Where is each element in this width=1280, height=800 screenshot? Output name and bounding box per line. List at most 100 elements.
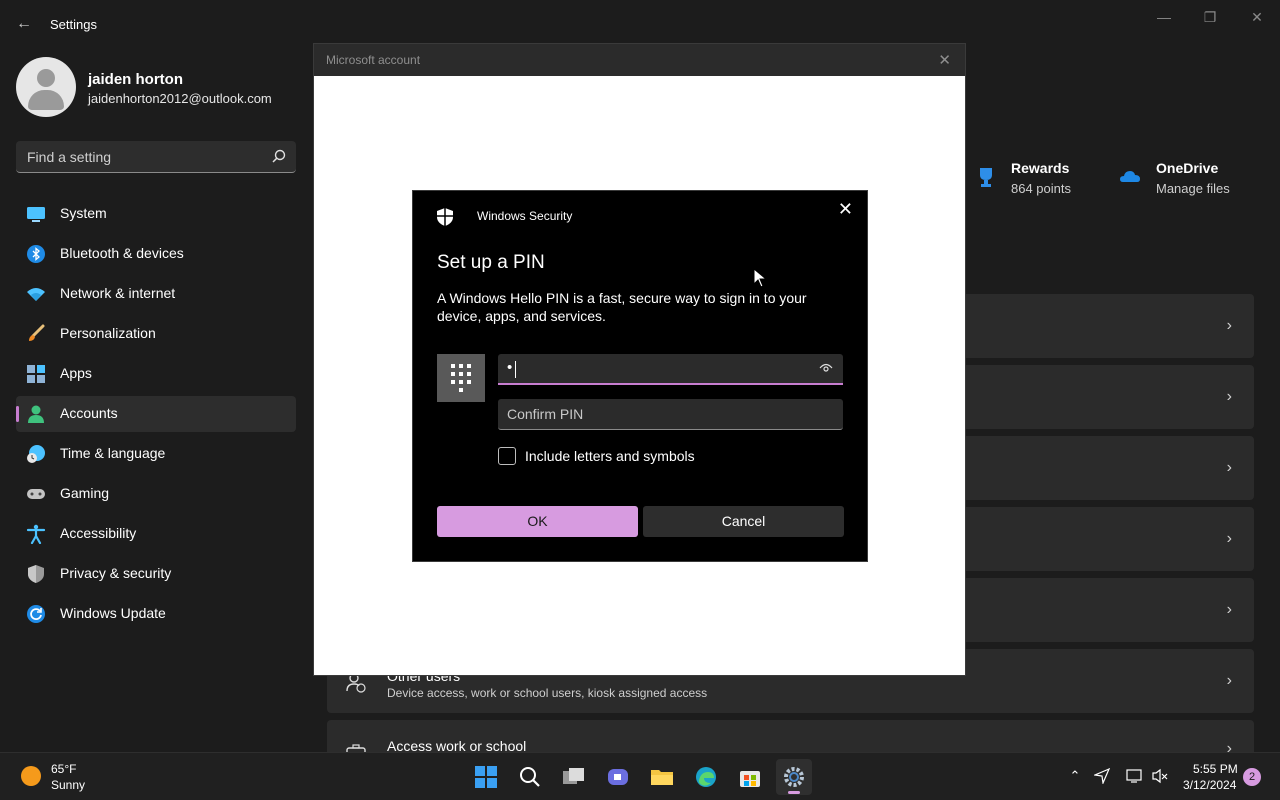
sidebar-item-label: Time & language [60, 445, 166, 461]
network-icon[interactable] [1126, 768, 1142, 784]
notification-badge[interactable]: 2 [1243, 768, 1261, 786]
user-email: jaidenhorton2012@outlook.com [88, 91, 272, 106]
onedrive-tile[interactable]: OneDrive Manage files [1120, 160, 1260, 200]
search-input[interactable] [16, 141, 269, 173]
task-view-button[interactable] [556, 759, 592, 795]
app-title: Settings [50, 17, 97, 32]
trophy-icon [980, 168, 992, 187]
sidebar-item-label: Accessibility [60, 525, 137, 541]
sidebar-item-network[interactable]: Network & internet [16, 276, 296, 312]
update-icon [27, 605, 45, 623]
sidebar-item-system[interactable]: System [16, 196, 296, 232]
rewards-points: 864 points [1011, 181, 1071, 196]
sidebar-item-label: Windows Update [60, 605, 166, 621]
selection-indicator [16, 406, 19, 422]
chevron-right-icon: › [1226, 672, 1232, 689]
close-icon[interactable]: ✕ [938, 51, 951, 69]
pin-input[interactable]: • [498, 354, 843, 385]
cancel-button[interactable]: Cancel [643, 506, 844, 537]
dialog-title: Microsoft account [326, 53, 421, 67]
wifi-icon [27, 288, 45, 301]
weather-condition[interactable]: Sunny [51, 778, 85, 792]
eye-icon[interactable] [819, 363, 833, 373]
sidebar-item-bluetooth[interactable]: Bluetooth & devices [16, 236, 296, 272]
text-caret [515, 361, 516, 378]
sidebar-item-personalization[interactable]: Personalization [16, 316, 296, 352]
chevron-right-icon: › [1226, 317, 1232, 334]
teams-chat-button[interactable] [600, 759, 636, 795]
include-letters-checkbox[interactable] [498, 447, 516, 465]
microsoft-store-button[interactable] [732, 759, 768, 795]
sidebar-item-label: Network & internet [60, 285, 176, 301]
sun-icon[interactable] [21, 766, 41, 786]
user-name: jaiden horton [88, 71, 183, 88]
sidebar-item-label: Accounts [60, 405, 118, 421]
apps-icon [27, 365, 45, 383]
checkbox-label: Include letters and symbols [525, 448, 695, 464]
edge-browser-button[interactable] [688, 759, 724, 795]
pin-value: • [507, 359, 513, 376]
sidebar-item-privacy[interactable]: Privacy & security [16, 556, 296, 592]
store-icon [740, 771, 760, 787]
sidebar-item-label: Privacy & security [60, 565, 172, 581]
sidebar-item-windows-update[interactable]: Windows Update [16, 596, 296, 632]
confirm-pin-field[interactable] [498, 399, 843, 430]
dialog-heading: Set up a PIN [437, 252, 545, 273]
other-users-subtitle: Device access, work or school users, kio… [387, 686, 708, 700]
clock-date[interactable]: 3/12/2024 [1183, 778, 1236, 792]
sidebar-item-gaming[interactable]: Gaming [16, 476, 296, 512]
onedrive-sub: Manage files [1156, 181, 1230, 196]
windows-security-dialog: Windows Security ✕ Set up a PIN A Window… [412, 190, 868, 562]
search-icon[interactable] [272, 149, 286, 163]
search-box[interactable] [16, 141, 296, 173]
avatar-head-shape [37, 69, 55, 87]
ok-button[interactable]: OK [437, 506, 638, 537]
windows-logo-icon [475, 766, 497, 788]
gear-icon [784, 767, 804, 787]
sidebar-item-apps[interactable]: Apps [16, 356, 296, 392]
task-view-icon [563, 768, 584, 784]
rewards-title: Rewards [1011, 160, 1070, 176]
location-icon[interactable] [1094, 768, 1110, 784]
rewards-tile[interactable]: Rewards 864 points [975, 160, 1115, 200]
chevron-right-icon: › [1226, 459, 1232, 476]
dialog-titlebar: Microsoft account ✕ [314, 44, 965, 76]
start-button[interactable] [468, 759, 504, 795]
chevron-up-icon[interactable]: ⌃ [1067, 768, 1083, 784]
taskbar-search-button[interactable] [512, 759, 548, 795]
onedrive-title: OneDrive [1156, 160, 1219, 176]
avatar[interactable] [16, 57, 76, 117]
chevron-right-icon: › [1226, 601, 1232, 618]
minimize-icon[interactable]: — [1141, 8, 1187, 26]
edge-icon [696, 767, 716, 787]
gamepad-icon [27, 489, 45, 499]
weather-temperature[interactable]: 65°F [51, 762, 76, 776]
sidebar-item-label: Gaming [60, 485, 110, 501]
restore-icon[interactable]: ❐ [1187, 8, 1233, 26]
sidebar-item-label: Personalization [60, 325, 156, 341]
accessibility-icon [26, 524, 46, 544]
sidebar-item-time-language[interactable]: Time & language [16, 436, 296, 472]
sidebar-item-accounts[interactable]: Accounts [16, 396, 296, 432]
system-icon [27, 207, 45, 222]
close-icon[interactable]: ✕ [838, 199, 853, 220]
sidebar-item-label: System [60, 205, 107, 221]
folder-icon [651, 770, 673, 785]
close-icon[interactable]: ✕ [1234, 8, 1280, 26]
sidebar-item-accessibility[interactable]: Accessibility [16, 516, 296, 552]
file-explorer-button[interactable] [644, 759, 680, 795]
clock-time[interactable]: 5:55 PM [1193, 762, 1238, 776]
shield-icon [28, 565, 44, 583]
settings-app-button[interactable] [776, 759, 812, 795]
keypad-icon [437, 354, 485, 402]
back-arrow-icon[interactable]: ← [14, 14, 34, 34]
onedrive-cloud-icon [1120, 171, 1140, 182]
running-indicator [788, 791, 800, 794]
mouse-cursor-icon [753, 268, 767, 288]
confirm-pin-input[interactable] [498, 399, 843, 429]
search-icon [520, 767, 540, 787]
sidebar-item-label: Apps [60, 365, 92, 381]
volume-muted-icon[interactable] [1152, 768, 1168, 784]
accounts-icon [28, 405, 44, 423]
dialog-description: A Windows Hello PIN is a fast, secure wa… [437, 290, 807, 324]
